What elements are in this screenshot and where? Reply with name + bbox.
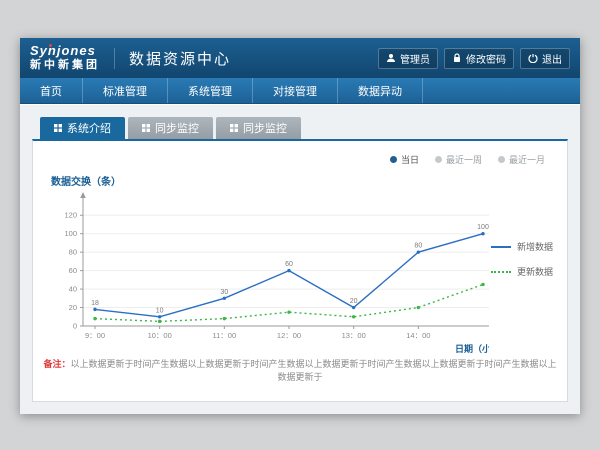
nav-item-data-change[interactable]: 数据异动	[338, 78, 423, 103]
tab-bar: 系统介绍 同步监控 同步监控	[32, 117, 568, 139]
svg-text:120: 120	[64, 211, 77, 220]
grid-icon	[142, 124, 150, 132]
tab-label: 同步监控	[243, 120, 287, 136]
logout-button-label: 退出	[542, 51, 562, 66]
svg-text:100: 100	[64, 229, 77, 238]
range-filters: 当日 最近一周 最近一月	[390, 153, 545, 166]
svg-text:10: 10	[156, 307, 164, 314]
svg-text:100: 100	[477, 224, 489, 231]
svg-text:0: 0	[73, 322, 77, 331]
svg-text:10：00: 10：00	[148, 331, 172, 340]
chart-legend: 新增数据 更新数据	[491, 240, 553, 278]
user-button-label: 管理员	[400, 51, 430, 66]
grid-icon	[54, 124, 62, 132]
filter-last-week[interactable]: 最近一周	[435, 153, 482, 166]
chart-panel: 当日 最近一周 最近一月 数据交换（条） 0 20 40 60 80 100 120 9：00…	[32, 139, 568, 402]
svg-text:20: 20	[350, 298, 358, 305]
svg-text:40: 40	[69, 285, 77, 294]
radio-dot-icon	[435, 156, 442, 163]
legend-item-updated-data: 更新数据	[491, 265, 553, 278]
logo-subtext: 新中新集团	[30, 59, 100, 72]
app-header: Synjones 新中新集团 数据资源中心 管理员 修改密码	[20, 38, 580, 78]
change-password-button-label: 修改密码	[466, 51, 506, 66]
page-title: 数据资源中心	[114, 48, 231, 69]
tab-label: 系统介绍	[67, 120, 111, 136]
tab-system-intro[interactable]: 系统介绍	[40, 117, 125, 139]
lock-icon	[452, 53, 462, 63]
content-area: 系统介绍 同步监控 同步监控 当日	[20, 105, 580, 414]
footnote: 备注：以上数据更新于时间产生数据以上数据更新于时间产生数据以上数据更新于时间产生…	[43, 357, 557, 383]
svg-text:60: 60	[285, 261, 293, 268]
nav-item-home[interactable]: 首页	[20, 78, 83, 103]
tab-sync-monitor-1[interactable]: 同步监控	[128, 117, 213, 139]
svg-text:18: 18	[91, 300, 99, 307]
filter-last-month[interactable]: 最近一月	[498, 153, 545, 166]
filter-today[interactable]: 当日	[390, 153, 419, 166]
tab-label: 同步监控	[155, 120, 199, 136]
app-window: Synjones 新中新集团 数据资源中心 管理员 修改密码	[20, 38, 580, 414]
note-text: 以上数据更新于时间产生数据以上数据更新于时间产生数据以上数据更新于时间产生数据以…	[71, 359, 557, 382]
header-actions: 管理员 修改密码 退出	[378, 48, 570, 69]
filter-label: 最近一月	[509, 153, 545, 166]
chart-row: 0 20 40 60 80 100 120 9：00 10：00 11：00 12：00 13：00 1…	[47, 188, 553, 356]
change-password-button[interactable]: 修改密码	[444, 48, 514, 69]
svg-text:14：00: 14：00	[406, 331, 430, 340]
svg-text:12：00: 12：00	[277, 331, 301, 340]
nav-item-system-mgmt[interactable]: 系统管理	[168, 78, 253, 103]
power-icon	[528, 53, 538, 63]
grid-icon	[230, 124, 238, 132]
svg-text:30: 30	[220, 289, 228, 296]
svg-text:80: 80	[414, 243, 422, 250]
green-dotted-line-icon	[491, 271, 511, 273]
legend-label: 新增数据	[517, 240, 553, 253]
legend-label: 更新数据	[517, 265, 553, 278]
line-chart: 0 20 40 60 80 100 120 9：00 10：00 11：00 12：00 13：00 1…	[47, 188, 489, 356]
user-button[interactable]: 管理员	[378, 48, 438, 69]
svg-text:9：00: 9：00	[85, 331, 105, 340]
y-axis-title: 数据交换（条）	[51, 173, 553, 188]
radio-dot-icon	[390, 156, 397, 163]
radio-dot-icon	[498, 156, 505, 163]
user-icon	[386, 53, 396, 63]
svg-text:80: 80	[69, 248, 77, 257]
main-nav: 首页 标准管理 系统管理 对接管理 数据异动	[20, 78, 580, 104]
svg-text:13：00: 13：00	[342, 331, 366, 340]
tab-sync-monitor-2[interactable]: 同步监控	[216, 117, 301, 139]
note-prefix: 备注：	[43, 359, 70, 369]
filter-label: 最近一周	[446, 153, 482, 166]
nav-item-interface-mgmt[interactable]: 对接管理	[253, 78, 338, 103]
logout-button[interactable]: 退出	[520, 48, 570, 69]
filter-label: 当日	[401, 153, 419, 166]
svg-text:日期（小时）: 日期（小时）	[455, 343, 489, 354]
legend-item-new-data: 新增数据	[491, 240, 553, 253]
svg-text:60: 60	[69, 266, 77, 275]
nav-item-standard-mgmt[interactable]: 标准管理	[83, 78, 168, 103]
blue-line-icon	[491, 246, 511, 248]
svg-text:20: 20	[69, 303, 77, 312]
logo-text: Synjones	[30, 44, 100, 59]
logo: Synjones 新中新集团	[30, 44, 100, 72]
svg-text:11：00: 11：00	[213, 331, 237, 340]
